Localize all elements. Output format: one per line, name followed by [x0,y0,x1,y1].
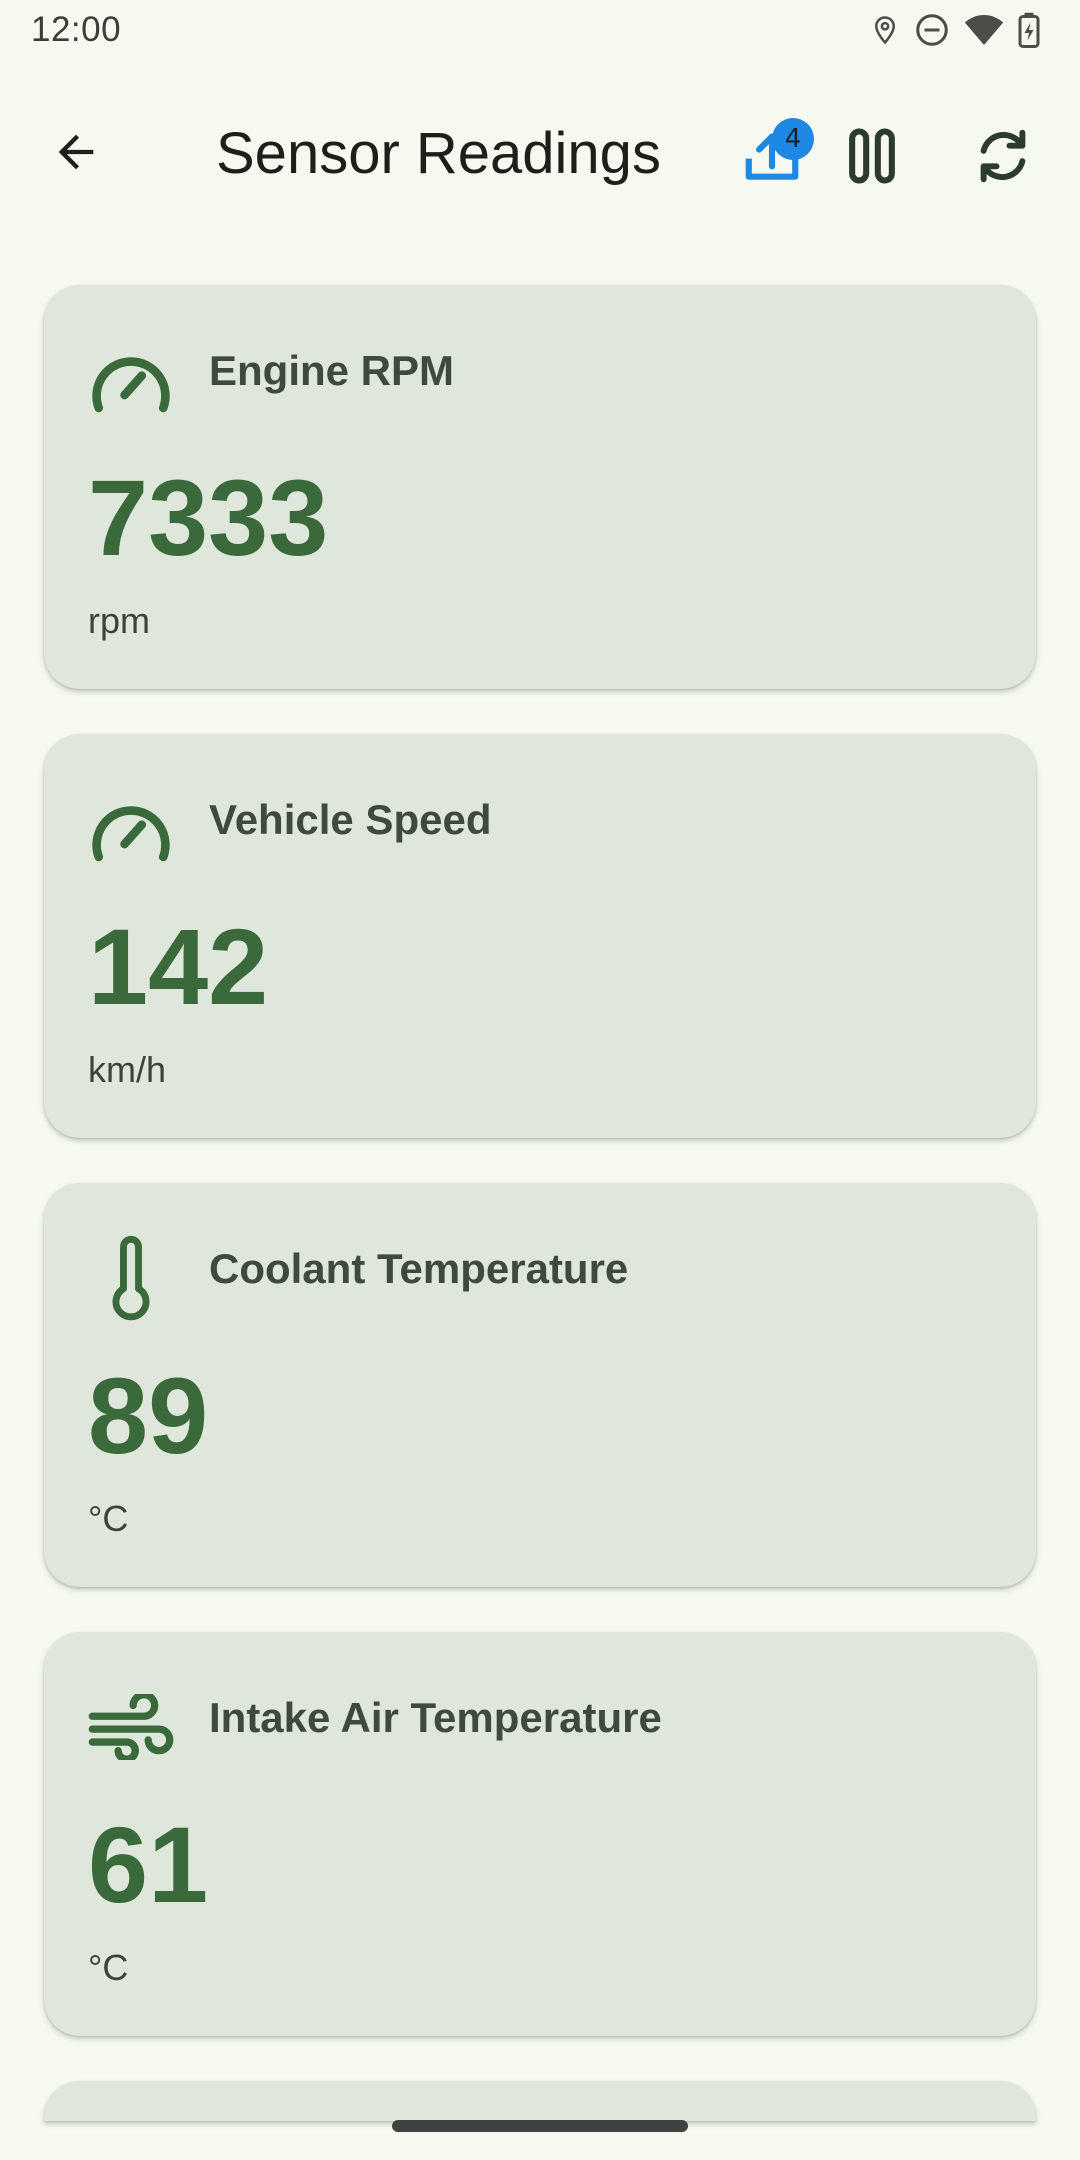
sensor-card-vehicle-speed[interactable]: Vehicle Speed 142 km/h [44,734,1036,1138]
sensor-card-partial[interactable] [44,2081,1036,2121]
pause-button[interactable] [832,118,912,198]
sensor-label: Vehicle Speed [209,796,492,843]
pause-icon [848,127,896,189]
do-not-disturb-icon [914,12,950,48]
upload-count-badge: 4 [772,118,814,160]
sensor-unit: km/h [88,1049,167,1090]
thermometer-icon [88,1235,174,1321]
refresh-button[interactable] [963,118,1043,198]
status-bar: 12:00 [0,0,1080,66]
sensor-value: 7333 [88,457,329,578]
wifi-icon [964,13,1004,47]
battery-charging-icon [1018,12,1040,48]
sensor-label: Engine RPM [209,347,455,394]
speedometer-icon [88,337,174,423]
air-icon [88,1684,174,1770]
sensor-label: Coolant Temperature [209,1245,629,1292]
sensor-value: 61 [88,1804,209,1925]
sensor-unit: rpm [88,600,150,641]
back-button[interactable] [40,118,112,190]
refresh-icon [972,125,1034,192]
speedometer-icon [88,786,174,872]
page-title: Sensor Readings [216,121,661,186]
sensor-unit: °C [88,1947,129,1988]
app-bar: Sensor Readings 4 [0,88,1080,220]
sensor-label: Intake Air Temperature [209,1694,662,1741]
sensor-value: 142 [88,906,269,1027]
status-time: 12:00 [31,10,122,49]
sensor-card-intake-air-temperature[interactable]: Intake Air Temperature 61 °C [44,1632,1036,2036]
gesture-nav-handle[interactable] [392,2120,688,2132]
sensor-value: 89 [88,1355,209,1476]
sensor-card-engine-rpm[interactable]: Engine RPM 7333 rpm [44,285,1036,689]
sensor-card-coolant-temperature[interactable]: Coolant Temperature 89 °C [44,1183,1036,1587]
arrow-back-icon [50,126,102,183]
location-icon [870,12,900,48]
sensor-list[interactable]: Engine RPM 7333 rpm Vehicle Speed 142 km… [44,285,1036,2121]
upload-button[interactable]: 4 [732,118,814,198]
status-icons [870,12,1040,48]
sensor-unit: °C [88,1498,129,1539]
